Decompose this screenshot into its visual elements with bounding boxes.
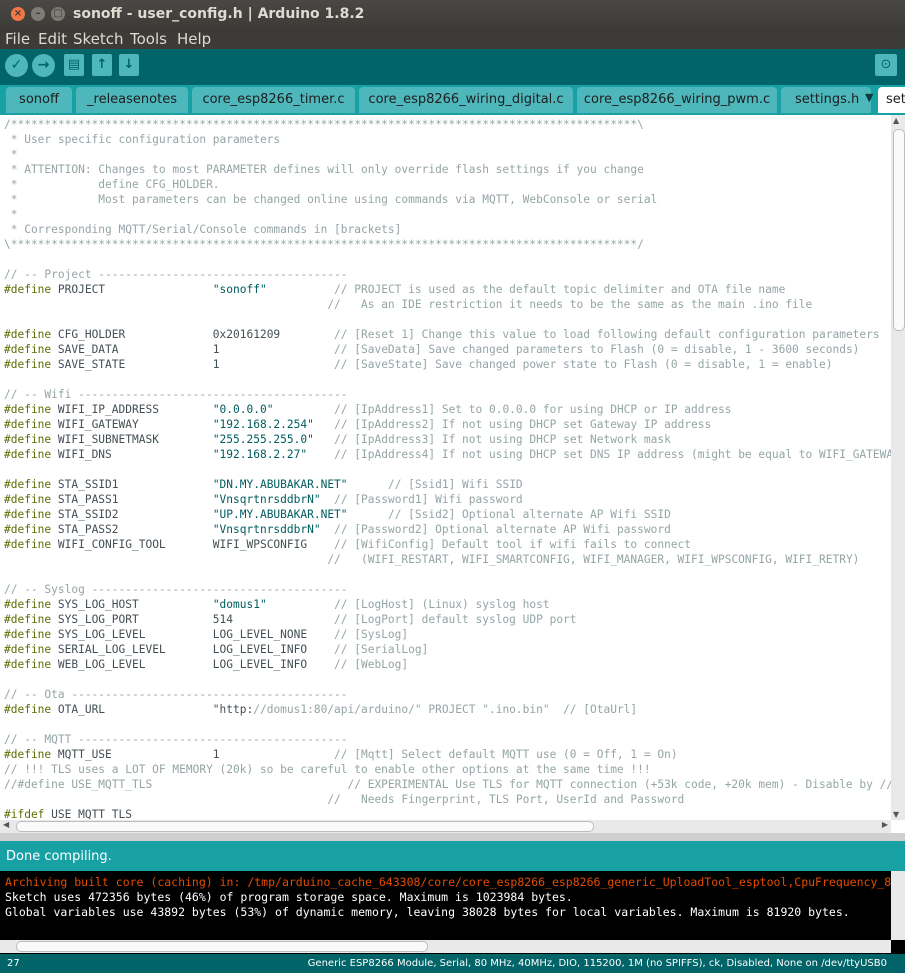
tab-releasenotes[interactable]: _releasenotes bbox=[76, 87, 188, 113]
code-line[interactable]: // (WIFI_RESTART, WIFI_SMARTCONFIG, WIFI… bbox=[4, 553, 859, 566]
menu-bar: File Edit Sketch Tools Help bbox=[0, 29, 905, 49]
code-line[interactable]: // -- Project --------------------------… bbox=[4, 268, 348, 281]
tab-menu-icon[interactable]: ▼ bbox=[865, 91, 873, 104]
title-bar: × – □ sonoff - user_config.h | Arduino 1… bbox=[0, 0, 905, 29]
editor-horizontal-scrollbar[interactable]: ◀ ▶ bbox=[0, 820, 891, 833]
line-number: 27 bbox=[7, 958, 20, 969]
open-sketch-button[interactable]: ↑ bbox=[92, 54, 112, 76]
console-vertical-scrollbar[interactable] bbox=[891, 871, 905, 940]
console-error-line: Archiving built core (caching) in: /tmp/… bbox=[5, 875, 899, 889]
code-line[interactable]: * ATTENTION: Changes to most PARAMETER d… bbox=[4, 163, 644, 176]
menu-tools[interactable]: Tools bbox=[130, 30, 167, 48]
editor-vertical-scrollbar[interactable]: ▲ ▼ bbox=[891, 115, 905, 820]
code-line[interactable]: // -- MQTT -----------------------------… bbox=[4, 733, 348, 746]
verify-button[interactable]: ✓ bbox=[5, 54, 28, 77]
code-line[interactable]: // -- Syslog ---------------------------… bbox=[4, 583, 348, 596]
scrollbar-thumb[interactable] bbox=[16, 941, 428, 952]
code-line[interactable]: // -- Wifi -----------------------------… bbox=[4, 388, 348, 401]
code-line[interactable]: // !!! TLS uses a LOT OF MEMORY (20k) so… bbox=[4, 763, 651, 776]
code-line[interactable]: * bbox=[4, 148, 18, 161]
scrollbar-thumb[interactable] bbox=[16, 821, 594, 832]
serial-monitor-button[interactable]: ⊙ bbox=[875, 54, 897, 76]
code-line[interactable]: /***************************************… bbox=[4, 118, 644, 131]
split-pane-divider[interactable] bbox=[0, 833, 905, 841]
code-line[interactable]: // -- Ota ------------------------------… bbox=[4, 688, 348, 701]
code-line[interactable]: #define STA_SSID1 "DN.MY.ABUBAKAR.NET" /… bbox=[4, 478, 523, 491]
code-line[interactable]: * define CFG_HOLDER. bbox=[4, 178, 220, 191]
code-line[interactable]: #define SYS_LOG_LEVEL LOG_LEVEL_NONE // … bbox=[4, 628, 408, 641]
console-line: Global variables use 43892 bytes (53%) o… bbox=[5, 905, 850, 919]
tab-core-esp8266-timer[interactable]: core_esp8266_timer.c bbox=[192, 87, 355, 113]
menu-edit[interactable]: Edit bbox=[38, 30, 67, 48]
code-line[interactable]: //#define USE_MQTT_TLS // EXPERIMENTAL U… bbox=[4, 778, 891, 791]
close-window-icon[interactable]: × bbox=[11, 7, 25, 21]
code-line[interactable]: \***************************************… bbox=[4, 238, 644, 251]
menu-help[interactable]: Help bbox=[177, 30, 211, 48]
code-line[interactable]: #define WEB_LOG_LEVEL LOG_LEVEL_INFO // … bbox=[4, 658, 408, 671]
maximize-window-icon[interactable]: □ bbox=[51, 7, 65, 21]
status-message: Done compiling. bbox=[6, 849, 112, 864]
code-line[interactable]: #define WIFI_SUBNETMASK "255.255.255.0" … bbox=[4, 433, 671, 446]
tab-sonoff[interactable]: sonoff bbox=[6, 87, 72, 113]
tab-core-esp8266-wiring-digital[interactable]: core_esp8266_wiring_digital.c bbox=[359, 87, 573, 113]
console-line: Sketch uses 472356 bytes (46%) of progra… bbox=[5, 890, 573, 904]
code-line[interactable]: #define SYS_LOG_HOST "domus1" // [LogHos… bbox=[4, 598, 550, 611]
tab-user-config-h[interactable]: set bbox=[878, 87, 905, 113]
code-text[interactable]: /***************************************… bbox=[4, 117, 891, 820]
code-line[interactable]: #define SAVE_DATA 1 // [SaveData] Save c… bbox=[4, 343, 859, 356]
code-line[interactable]: #define OTA_URL "http://domus1:80/api/ar… bbox=[4, 703, 637, 716]
minimize-window-icon[interactable]: – bbox=[31, 7, 45, 21]
code-line[interactable]: * Most parameters can be changed online … bbox=[4, 193, 658, 206]
upload-button[interactable]: → bbox=[32, 54, 55, 77]
code-line[interactable]: #ifdef USE_MQTT_TLS bbox=[4, 808, 132, 820]
code-line[interactable]: #define WIFI_CONFIG_TOOL WIFI_WPSCONFIG … bbox=[4, 538, 691, 551]
scroll-right-icon[interactable]: ▶ bbox=[882, 820, 888, 829]
code-line[interactable]: #define STA_SSID2 "UP.MY.ABUBAKAR.NET" /… bbox=[4, 508, 671, 521]
code-line[interactable]: #define SERIAL_LOG_LEVEL LOG_LEVEL_INFO … bbox=[4, 643, 428, 656]
menu-sketch[interactable]: Sketch bbox=[73, 30, 124, 48]
scroll-up-icon[interactable]: ▲ bbox=[893, 116, 899, 125]
code-line[interactable]: // Needs Fingerprint, TLS Port, UserId a… bbox=[4, 793, 684, 806]
code-line[interactable]: #define MQTT_USE 1 // [Mqtt] Select defa… bbox=[4, 748, 678, 761]
code-line[interactable]: #define WIFI_GATEWAY "192.168.2.254" // … bbox=[4, 418, 711, 431]
code-line[interactable]: #define PROJECT "sonoff" // PROJECT is u… bbox=[4, 283, 785, 296]
toolbar: ✓ → ▤ ↑ ↓ ⊙ bbox=[0, 49, 905, 85]
status-bar: Done compiling. bbox=[0, 841, 905, 871]
menu-file[interactable]: File bbox=[5, 30, 30, 48]
scroll-down-icon[interactable]: ▼ bbox=[893, 810, 899, 819]
code-line[interactable]: #define CFG_HOLDER 0x20161209 // [Reset … bbox=[4, 328, 880, 341]
code-line[interactable]: * bbox=[4, 208, 18, 221]
scroll-left-icon[interactable]: ◀ bbox=[3, 820, 9, 829]
save-sketch-button[interactable]: ↓ bbox=[119, 54, 139, 76]
code-line[interactable]: // As an IDE restriction it needs to be … bbox=[4, 298, 812, 311]
new-sketch-button[interactable]: ▤ bbox=[64, 54, 84, 76]
code-line[interactable]: #define STA_PASS1 "VnsqrtnrsddbrN" // [P… bbox=[4, 493, 523, 506]
code-line[interactable]: * User specific configuration parameters bbox=[4, 133, 280, 146]
code-line[interactable]: #define SAVE_STATE 1 // [SaveState] Save… bbox=[4, 358, 832, 371]
board-info: Generic ESP8266 Module, Serial, 80 MHz, … bbox=[307, 958, 887, 969]
code-editor[interactable]: /***************************************… bbox=[0, 115, 891, 820]
scrollbar-thumb[interactable] bbox=[893, 129, 905, 331]
code-line[interactable]: #define WIFI_IP_ADDRESS "0.0.0.0" // [Ip… bbox=[4, 403, 731, 416]
tab-bar: sonoff _releasenotes core_esp8266_timer.… bbox=[0, 85, 905, 115]
window-title: sonoff - user_config.h | Arduino 1.8.2 bbox=[73, 6, 365, 22]
tab-core-esp8266-wiring-pwm[interactable]: core_esp8266_wiring_pwm.c bbox=[577, 87, 777, 113]
tab-settings-h[interactable]: settings.h bbox=[781, 87, 871, 113]
code-line[interactable]: #define WIFI_DNS "192.168.2.27" // [IpAd… bbox=[4, 448, 891, 461]
code-line[interactable]: #define STA_PASS2 "VnsqrtnrsddbrN" // [P… bbox=[4, 523, 671, 536]
footer-bar: 27 Generic ESP8266 Module, Serial, 80 MH… bbox=[0, 954, 905, 973]
code-line[interactable]: * Corresponding MQTT/Serial/Console comm… bbox=[4, 223, 402, 236]
console-horizontal-scrollbar[interactable] bbox=[0, 940, 891, 953]
code-line[interactable]: #define SYS_LOG_PORT 514 // [LogPort] de… bbox=[4, 613, 577, 626]
